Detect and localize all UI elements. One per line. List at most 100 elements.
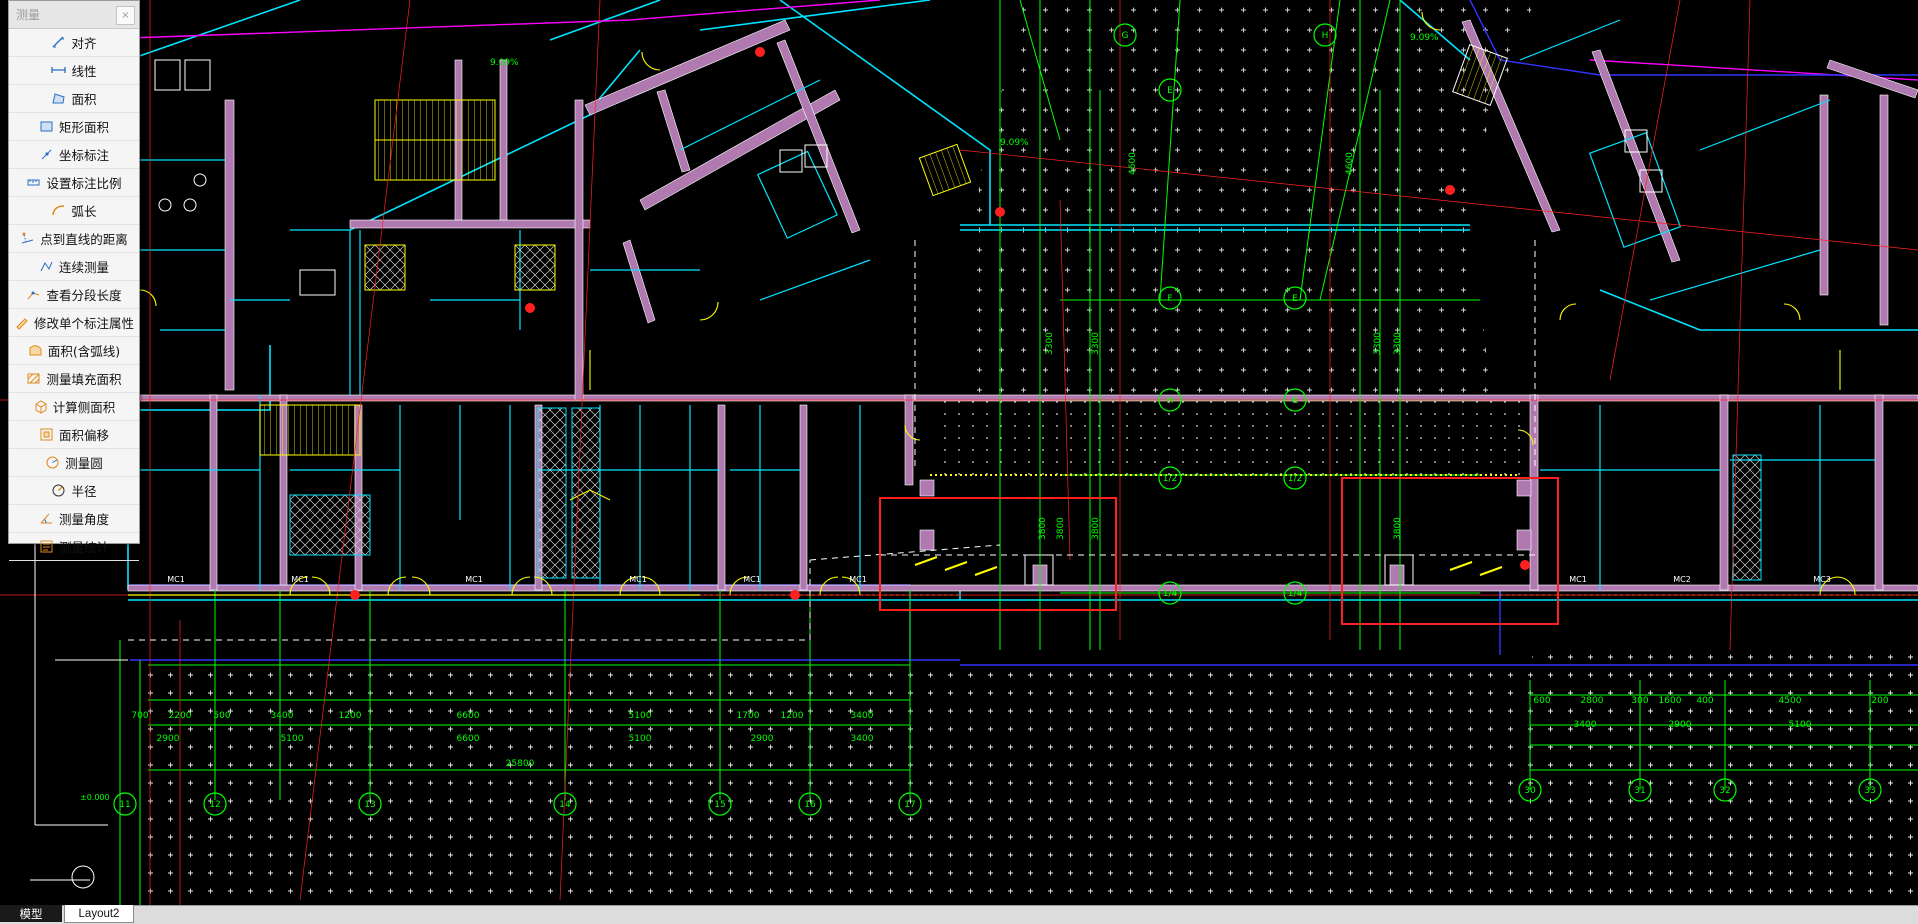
room-label: MC1 bbox=[167, 575, 185, 584]
tool-point-line-distance[interactable]: 点到直线的距离 bbox=[9, 225, 139, 253]
tool-label: 修改单个标注属性 bbox=[33, 316, 134, 331]
axis-bubble-label: 32 bbox=[1719, 786, 1730, 796]
dimension-label: 4500 bbox=[1779, 696, 1802, 706]
dimension-label: 3400 bbox=[1574, 720, 1597, 730]
axis-bubble-label: E bbox=[1167, 86, 1173, 96]
palette-title: 测量 bbox=[16, 8, 41, 22]
area-offset-icon bbox=[39, 427, 54, 442]
vertical-dimension-label: 3800 bbox=[1393, 517, 1403, 540]
continuous-measure-icon bbox=[39, 259, 54, 274]
slope-label: 9.09% bbox=[1410, 33, 1439, 43]
tool-radius[interactable]: 半径 bbox=[9, 477, 139, 505]
tool-label: 测量填充面积 bbox=[46, 372, 122, 387]
area-icon bbox=[51, 91, 66, 106]
tool-label: 测量角度 bbox=[58, 512, 109, 527]
tool-side-area[interactable]: 计算侧面积 bbox=[9, 393, 139, 421]
scale-icon bbox=[26, 175, 41, 190]
tool-label: 矩形面积 bbox=[58, 120, 109, 135]
dimension-label: 3400 bbox=[851, 734, 874, 744]
slope-label: 9.09% bbox=[1000, 138, 1029, 148]
measure-palette: 测量 × 对齐线性面积矩形面积坐标标注设置标注比例 弧长点到直线的距离连续测量查看… bbox=[8, 0, 140, 561]
vertical-dimension-label: 3300 bbox=[1045, 332, 1055, 355]
tool-statistics[interactable]: 测量统计 bbox=[9, 533, 139, 561]
dimension-label: 1200 bbox=[339, 711, 362, 721]
dimension-label: 500 bbox=[213, 711, 230, 721]
vertical-dimension-label: 3300 bbox=[1373, 332, 1383, 355]
room-label: MC1 bbox=[629, 575, 647, 584]
tool-hatch-area[interactable]: 测量填充面积 bbox=[9, 365, 139, 393]
tool-label: 面积偏移 bbox=[58, 428, 109, 443]
axis-bubble-label: 15 bbox=[714, 800, 725, 810]
axis-bubble-label: 14 bbox=[559, 800, 571, 810]
elevation-text: ±0.000 bbox=[80, 793, 110, 802]
segment-length-icon bbox=[26, 287, 41, 302]
vertical-dimension-label: 3300 bbox=[1091, 332, 1101, 355]
axis-bubble-label: E bbox=[1292, 294, 1298, 304]
palette-title-bar[interactable]: 测量 × bbox=[9, 1, 139, 29]
slope-label: 9.09% bbox=[490, 58, 519, 68]
tool-edit-dimension[interactable]: 修改单个标注属性 bbox=[9, 309, 139, 337]
tool-area[interactable]: 面积 bbox=[9, 85, 139, 113]
tool-linear-dimension[interactable]: 线性 bbox=[9, 57, 139, 85]
align-icon bbox=[51, 35, 66, 50]
tool-label: 连续测量 bbox=[58, 260, 109, 275]
tool-label: 半径 bbox=[71, 484, 97, 499]
tab-model[interactable]: 模型 bbox=[0, 905, 62, 922]
room-label: MC3 bbox=[1813, 575, 1831, 584]
axis-bubble-label: 30 bbox=[1524, 786, 1536, 796]
axis-bubble-label: 11 bbox=[119, 800, 130, 810]
tool-label: 面积 bbox=[71, 92, 97, 107]
side-area-icon bbox=[33, 399, 48, 414]
circle-measure-icon bbox=[45, 455, 60, 470]
tab-layout2[interactable]: Layout2 bbox=[64, 905, 134, 923]
dimension-label: 5100 bbox=[1789, 720, 1812, 730]
angle-icon bbox=[39, 511, 54, 526]
axis-bubble-label: 16 bbox=[804, 800, 816, 810]
dimension-label: 2800 bbox=[1581, 696, 1604, 706]
axis-bubble-label: F bbox=[1167, 294, 1172, 304]
tool-circle-measure[interactable]: 测量圆 bbox=[9, 449, 139, 477]
tool-area-offset[interactable]: 面积偏移 bbox=[9, 421, 139, 449]
tool-label: 线性 bbox=[71, 64, 97, 79]
tool-label: 测量圆 bbox=[65, 456, 103, 471]
tool-segment-length[interactable]: 查看分段长度 bbox=[9, 281, 139, 309]
room-labels: MC1 MC1 MC1 MC1 MC1 MC1 MC1 MC2 MC3 bbox=[167, 575, 1831, 584]
coordinate-icon bbox=[39, 147, 54, 162]
room-label: MC1 bbox=[849, 575, 867, 584]
left-frame bbox=[30, 540, 128, 889]
dimension-label: 6600 bbox=[457, 734, 480, 744]
dimension-label: 600 bbox=[1533, 696, 1550, 706]
room-label: MC1 bbox=[291, 575, 309, 584]
layout-tab-bar: 模型 Layout2 bbox=[0, 905, 1918, 924]
tool-continuous-measure[interactable]: 连续测量 bbox=[9, 253, 139, 281]
axis-bubble-label: H bbox=[1167, 396, 1174, 406]
dimension-label: 3400 bbox=[271, 711, 294, 721]
close-icon[interactable]: × bbox=[116, 6, 135, 25]
tool-coordinate[interactable]: 坐标标注 bbox=[9, 141, 139, 169]
axis-bubble-label: 1/2 bbox=[1288, 474, 1302, 484]
tool-arc-length[interactable]: 弧长 bbox=[9, 197, 139, 225]
dimension-label: 1200 bbox=[781, 711, 804, 721]
tool-label: 测量统计 bbox=[58, 540, 109, 555]
tool-label: 弧长 bbox=[71, 204, 97, 219]
rectangle-area-icon bbox=[39, 119, 54, 134]
total-dimension-label: 25800 bbox=[506, 759, 535, 769]
tool-label: 设置标注比例 bbox=[46, 176, 122, 191]
tool-rectangle-area[interactable]: 矩形面积 bbox=[9, 113, 139, 141]
vertical-dimension-label: 3800 bbox=[1056, 517, 1066, 540]
axis-bubble-label: 31 bbox=[1634, 786, 1645, 796]
arc-length-icon bbox=[51, 203, 66, 218]
statistics-icon bbox=[39, 539, 54, 554]
tool-align[interactable]: 对齐 bbox=[9, 29, 139, 57]
tool-angle[interactable]: 测量角度 bbox=[9, 505, 139, 533]
vertical-dimension-label: 4600 bbox=[1128, 152, 1138, 175]
vertical-dimension-label: 3800 bbox=[1091, 517, 1101, 540]
tool-scale[interactable]: 设置标注比例 bbox=[9, 169, 139, 197]
vertical-dimension-label: 3300 bbox=[1393, 332, 1403, 355]
vertical-dimension-label: 3800 bbox=[1038, 517, 1048, 540]
dimension-label: 1600 bbox=[1659, 696, 1682, 706]
tool-arc-area[interactable]: 面积(含弧线) bbox=[9, 337, 139, 365]
dimension-label: 3400 bbox=[851, 711, 874, 721]
dimension-label: 5100 bbox=[281, 734, 304, 744]
cad-drawing-canvas[interactable]: 700 2200 500 3400 1200 6600 5100 1700 1200 3400 29… bbox=[0, 0, 1918, 905]
